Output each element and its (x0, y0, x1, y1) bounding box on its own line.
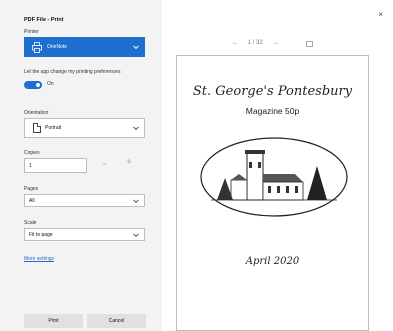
close-icon[interactable]: × (378, 10, 383, 19)
toggle-knob (36, 83, 40, 87)
page-icon (33, 123, 41, 133)
copies-decrement-button[interactable]: − (102, 159, 107, 169)
chevron-down-icon (133, 43, 139, 50)
chevron-down-icon (133, 124, 139, 131)
orientation-value: Portrait (45, 125, 62, 131)
scale-value: Fit to page (29, 232, 53, 238)
copies-increment-button[interactable]: + (126, 157, 132, 168)
preferences-label: Let the app change my printing preferenc… (24, 69, 121, 75)
cancel-button[interactable]: Cancel (87, 314, 146, 328)
more-settings-link[interactable]: More settings (24, 256, 54, 262)
fit-page-icon[interactable] (306, 41, 313, 47)
toggle-state: On (47, 81, 54, 87)
pages-value: All (29, 198, 35, 204)
printer-label: Printer (24, 29, 39, 35)
printer-value: OneNote (47, 44, 68, 50)
chevron-down-icon (133, 196, 139, 203)
prev-page-button[interactable]: ← (232, 40, 238, 46)
printer-select[interactable]: OneNote (24, 37, 145, 57)
page-indicator: 1 / 32 (247, 40, 263, 46)
settings-panel: PDF File - Print Printer OneNote Let the… (0, 0, 162, 331)
copies-label: Copies (24, 150, 40, 156)
church-illustration (200, 137, 348, 217)
preferences-toggle[interactable] (24, 81, 42, 89)
page-navigator: ← 1 / 32 → (232, 40, 286, 46)
copies-input[interactable]: 1 (24, 158, 87, 173)
preview-page: St. George's Pontesbury Magazine 50p Apr… (176, 55, 369, 331)
next-page-button[interactable]: → (272, 40, 278, 46)
scale-label: Scale (24, 220, 37, 226)
magazine-subtitle: Magazine 50p (245, 106, 300, 116)
orientation-select[interactable]: Portrait (24, 118, 145, 138)
magazine-date: April 2020 (245, 256, 300, 267)
orientation-label: Orientation (24, 110, 49, 116)
pages-label: Pages (24, 186, 39, 192)
dialog-title: PDF File - Print (24, 17, 64, 23)
pages-select[interactable]: All (24, 194, 145, 207)
printer-icon (32, 42, 42, 53)
magazine-title: St. George's Pontesbury (192, 84, 353, 99)
chevron-down-icon (133, 230, 139, 237)
scale-select[interactable]: Fit to page (24, 228, 145, 241)
print-button[interactable]: Print (24, 314, 83, 328)
